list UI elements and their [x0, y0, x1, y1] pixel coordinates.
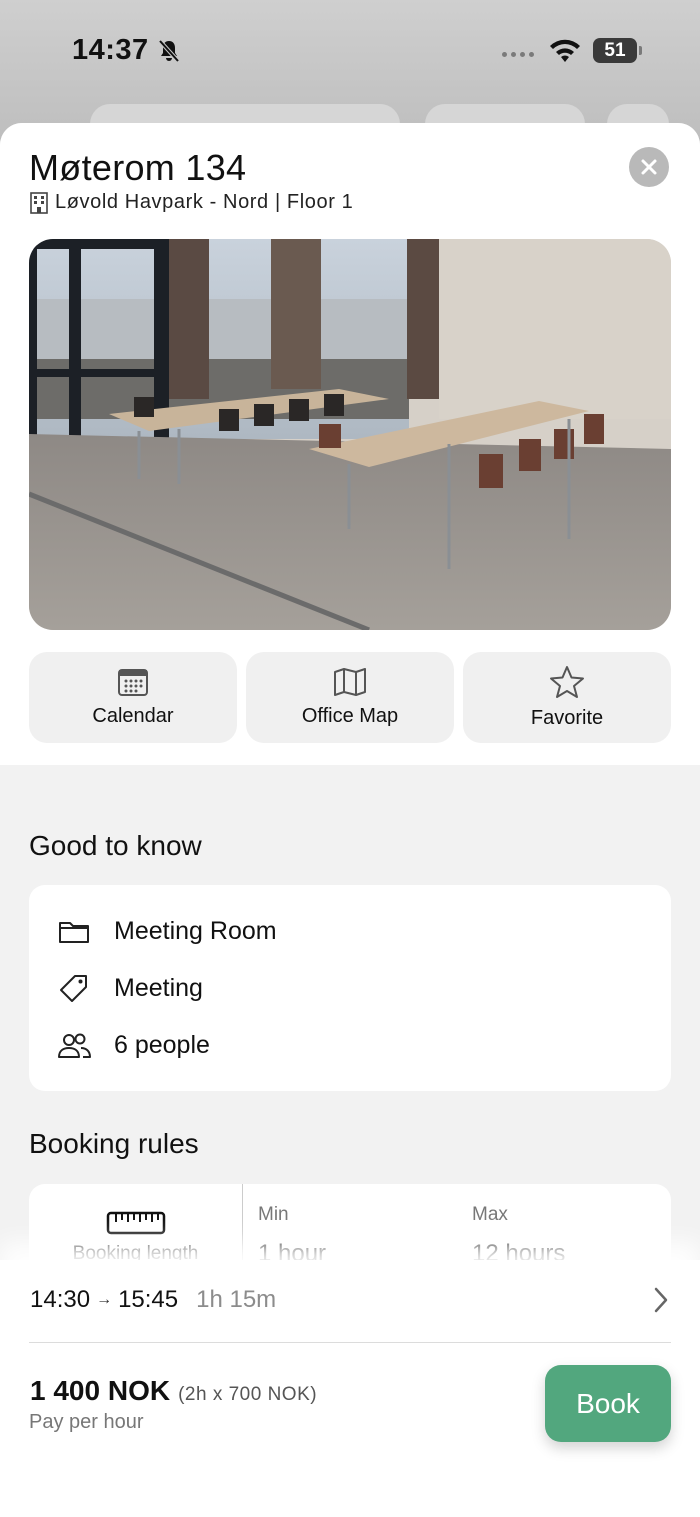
status-time: 14:37 [72, 34, 149, 66]
star-icon [550, 666, 584, 698]
capacity: 6 people [114, 1031, 210, 1059]
office-map-label: Office Map [301, 705, 399, 727]
duration: 1h 15m [196, 1286, 277, 1313]
ruler-icon [106, 1211, 165, 1235]
space-type: Meeting Room [114, 917, 277, 945]
room-title: Møterom 134 [29, 147, 247, 188]
battery-indicator: 51 [593, 38, 637, 63]
map-icon [334, 668, 366, 696]
wifi-icon [550, 39, 580, 62]
battery-cap [639, 46, 642, 55]
people-icon [58, 1033, 91, 1058]
silent-bell-icon [158, 39, 180, 63]
start-time: 14:30 [30, 1286, 91, 1313]
arrow-right-icon: → [96, 1291, 113, 1308]
close-icon [641, 159, 657, 175]
total-price: 1 400 NOK [30, 1375, 171, 1406]
booking-bar: 14:30 → 15:45 1h 15m 1 400 NOK (2h x 700… [0, 1260, 700, 1517]
calendar-icon [118, 669, 148, 696]
list-item: Meeting [29, 960, 671, 1017]
good-to-know-heading: Good to know [29, 830, 202, 861]
sheet-header: Møterom 134 Løvold Havpark - Nord | Floo… [0, 123, 700, 765]
pricing-model: Pay per hour [29, 1411, 144, 1433]
divider [29, 1342, 671, 1343]
calendar-button[interactable]: Calendar [29, 652, 237, 743]
favorite-label: Favorite [530, 707, 604, 729]
book-button[interactable]: Book [545, 1365, 671, 1442]
location-row: Løvold Havpark - Nord | Floor 1 [29, 191, 353, 214]
action-buttons: Calendar Office Map Favorite [29, 652, 671, 743]
list-item: 6 people [29, 1017, 671, 1074]
chevron-right-icon [654, 1287, 668, 1313]
max-header: Max [472, 1204, 508, 1225]
office-map-button[interactable]: Office Map [246, 652, 454, 743]
space-category: Meeting [114, 974, 203, 1002]
favorite-button[interactable]: Favorite [463, 652, 671, 743]
booking-rules-heading: Booking rules [29, 1128, 199, 1159]
tag-icon [60, 974, 87, 1002]
room-location: Løvold Havpark - Nord | Floor 1 [55, 191, 354, 213]
list-item: Meeting Room [29, 903, 671, 960]
time-selector[interactable]: 14:30 → 15:45 1h 15m [30, 1286, 670, 1314]
good-to-know-card: Meeting Room Meeting 6 people [29, 885, 671, 1091]
price-row: 1 400 NOK (2h x 700 NOK) [30, 1375, 317, 1407]
end-time: 15:45 [118, 1286, 179, 1313]
room-photo [29, 239, 671, 630]
min-header: Min [258, 1204, 289, 1225]
cellular-signal-icon [502, 52, 534, 57]
building-icon [30, 191, 48, 214]
folder-icon [59, 921, 89, 943]
close-button[interactable] [629, 147, 669, 187]
calendar-label: Calendar [92, 705, 174, 727]
price-breakdown: (2h x 700 NOK) [178, 1384, 318, 1405]
